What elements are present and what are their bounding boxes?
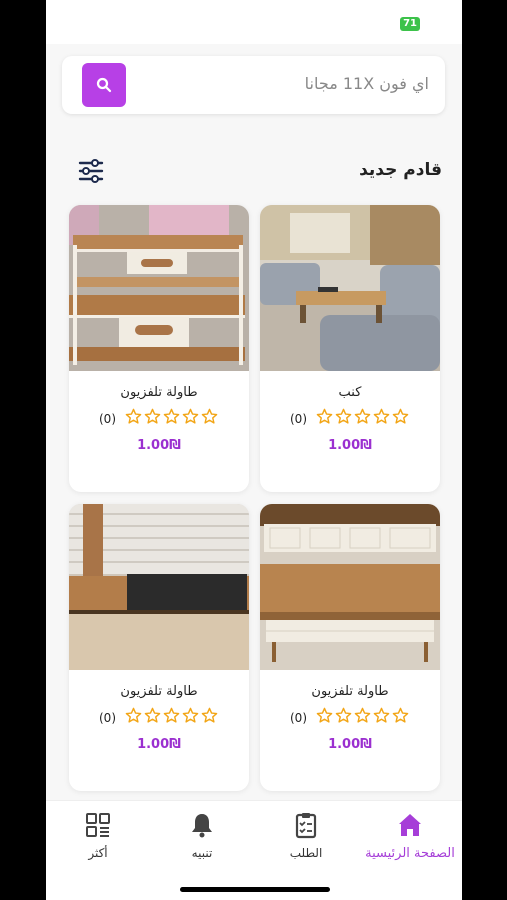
product-card[interactable]: طاولة تلفزيون (0) 1.00₪ [69,205,249,492]
product-name[interactable]: كنب [260,385,440,400]
star-icon [201,408,218,424]
search-button[interactable] [82,63,126,107]
product-image[interactable] [69,205,249,371]
product-card[interactable]: طاولة تلفزيون (0) 1.00₪ [69,504,249,791]
star-icon [182,707,199,723]
star-icon [392,707,409,723]
nav-home-label: الصفحة الرئيسية [365,846,455,861]
search-input[interactable]: اي فون 11X مجانا [305,74,429,93]
star-icon [182,408,199,424]
nav-alerts-label: تنبيه [191,846,213,860]
sliders-icon[interactable] [78,158,104,184]
grid-icon [86,813,110,837]
star-rating [124,408,219,429]
product-name[interactable]: طاولة تلفزيون [260,684,440,699]
star-icon [373,707,390,723]
nav-orders-label: الطلب [289,846,323,860]
nav-orders[interactable]: الطلب [254,811,358,860]
bottom-nav: الصفحة الرئيسية الطلب تنبيه أكثر [46,800,462,900]
star-icon [373,408,390,424]
battery-indicator: 71 [400,17,420,31]
product-name[interactable]: طاولة تلفزيون [69,684,249,699]
product-image[interactable] [260,205,440,371]
nav-home[interactable]: الصفحة الرئيسية [358,811,462,861]
section-header: قادم جديد [46,156,462,188]
product-rating: (0) [69,408,249,429]
star-icon [163,707,180,723]
star-icon [125,408,142,424]
search-icon [96,77,112,93]
product-image[interactable] [260,504,440,670]
product-card[interactable]: طاولة تلفزيون (0) 1.00₪ [260,504,440,791]
star-rating [315,408,410,429]
star-icon [201,707,218,723]
product-rating: (0) [260,408,440,429]
star-icon [335,707,352,723]
star-icon [335,408,352,424]
product-price: 1.00₪ [137,737,181,752]
star-rating [124,707,219,728]
section-title: قادم جديد [359,160,442,180]
star-icon [316,408,333,424]
star-rating [315,707,410,728]
product-price: 1.00₪ [328,438,372,453]
home-icon [399,814,421,836]
nav-more[interactable]: أكثر [46,811,150,860]
product-name[interactable]: طاولة تلفزيون [69,385,249,400]
search-bar[interactable]: اي فون 11X مجانا [62,56,445,114]
star-icon [163,408,180,424]
star-icon [354,707,371,723]
product-rating: (0) [69,707,249,728]
star-icon [354,408,371,424]
star-icon [125,707,142,723]
clipboard-icon [295,813,317,839]
bell-icon [192,814,212,838]
star-icon [144,408,161,424]
star-icon [392,408,409,424]
nav-alerts[interactable]: تنبيه [150,811,254,860]
status-bar: 71 [46,0,462,44]
rating-count: (0) [99,411,116,426]
rating-count: (0) [290,710,307,725]
product-rating: (0) [260,707,440,728]
product-card[interactable]: كنب (0) 1.00₪ [260,205,440,492]
star-icon [316,707,333,723]
product-price: 1.00₪ [137,438,181,453]
product-price: 1.00₪ [328,737,372,752]
star-icon [144,707,161,723]
product-image[interactable] [69,504,249,670]
rating-count: (0) [290,411,307,426]
nav-more-label: أكثر [88,846,108,860]
app-screen: 71 اي فون 11X مجانا قادم جديد كنب (0) 1.… [46,0,462,900]
rating-count: (0) [99,710,116,725]
home-indicator [180,887,330,892]
